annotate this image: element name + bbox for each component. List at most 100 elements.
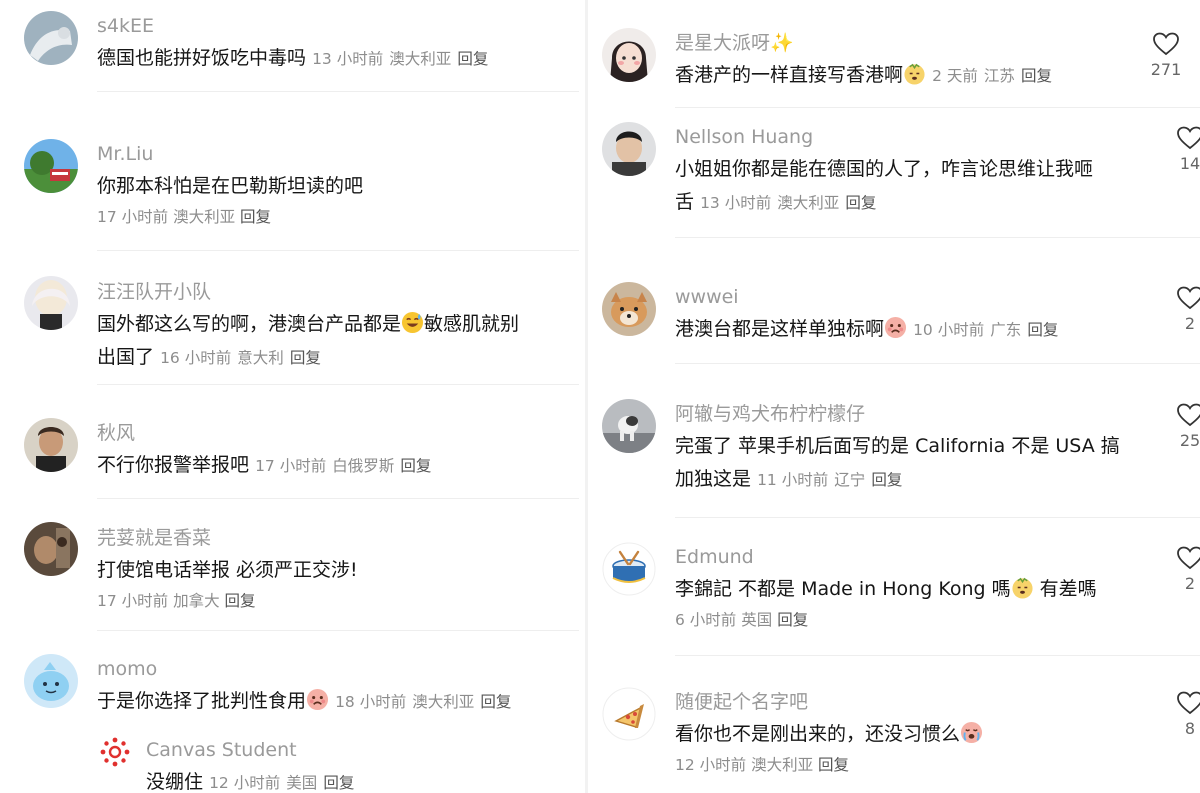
comment-divider bbox=[675, 107, 1200, 108]
comment-content: 不行你报警举报吧 bbox=[97, 454, 250, 476]
comment-divider bbox=[97, 384, 579, 385]
like-button[interactable]: 2 bbox=[1165, 286, 1200, 334]
comment-divider bbox=[97, 250, 579, 251]
comment-meta: 17 小时前 澳大利亚 回复 bbox=[97, 205, 577, 227]
comment-text-part: 国外都这么写的啊，港澳台产品都是 bbox=[97, 313, 402, 335]
avatar[interactable] bbox=[602, 28, 656, 82]
sad-emoji bbox=[306, 688, 329, 711]
comment-divider bbox=[675, 655, 1200, 656]
avatar[interactable] bbox=[24, 418, 78, 472]
comment-time: 17 小时前 bbox=[97, 592, 169, 610]
reply-button[interactable]: 回复 bbox=[225, 592, 256, 610]
avatar[interactable] bbox=[602, 282, 656, 336]
like-count: 2 bbox=[1184, 574, 1196, 593]
comment-text-part: 加独这是 bbox=[675, 468, 752, 490]
comment-text: 港澳台都是这样单独标啊 10 小时前 广东 回复 bbox=[675, 313, 1135, 347]
like-count: 14 bbox=[1179, 154, 1200, 173]
comment-time: 12 小时前 bbox=[675, 756, 747, 774]
comment-text-part: 出国了 bbox=[97, 346, 155, 368]
comment-text-part: 舌 bbox=[675, 191, 695, 213]
comment-text: 于是你选择了批判性食用 18 小时前 澳大利亚 回复 bbox=[97, 685, 577, 719]
avatar[interactable] bbox=[24, 522, 78, 576]
reply-button[interactable]: 回复 bbox=[1021, 67, 1052, 85]
comment-location: 澳大利亚 bbox=[777, 194, 840, 212]
comment-time: 13 小时前 bbox=[700, 194, 772, 212]
reply-button[interactable]: 回复 bbox=[818, 756, 849, 774]
like-button[interactable]: 2 bbox=[1165, 546, 1200, 594]
comment-username[interactable]: Canvas Student bbox=[146, 738, 576, 762]
comment-time: 18 小时前 bbox=[335, 693, 407, 711]
reply-button[interactable]: 回复 bbox=[480, 693, 511, 711]
comment-time: 2 天前 bbox=[932, 67, 978, 85]
comment-text: 香港产的一样直接写香港啊 2 天前 江苏 回复 bbox=[675, 59, 1135, 93]
avatar[interactable] bbox=[24, 654, 78, 708]
comment-divider bbox=[675, 363, 1200, 364]
comment-content-line1: 完蛋了 苹果手机后面写的是 California 不是 USA 搞 bbox=[675, 435, 1120, 457]
comment-username[interactable]: Nellson Huang bbox=[675, 125, 1145, 149]
comment-meta: 12 小时前 澳大利亚 回复 bbox=[675, 753, 1145, 775]
comment-username[interactable]: 秋风 bbox=[97, 421, 577, 445]
like-count: 271 bbox=[1150, 60, 1182, 79]
heart-icon bbox=[1153, 32, 1179, 56]
comment-content-line2: 出国了 16 小时前 意大利 回复 bbox=[97, 341, 577, 375]
comment-time: 11 小时前 bbox=[757, 471, 829, 489]
reply-button[interactable]: 回复 bbox=[240, 208, 271, 226]
avatar[interactable] bbox=[24, 11, 78, 65]
comment-text-part: 敏感肌就别 bbox=[424, 313, 520, 335]
smirk-emoji bbox=[1011, 576, 1034, 599]
comment-username[interactable]: 芫荽就是香菜 bbox=[97, 526, 577, 550]
avatar[interactable] bbox=[24, 276, 78, 330]
avatar[interactable] bbox=[24, 139, 78, 193]
reply-button[interactable]: 回复 bbox=[323, 774, 354, 792]
comment-content-line1: 小姐姐你都是能在德国的人了，咋言论思维让我咂 bbox=[675, 158, 1094, 180]
comment-divider bbox=[97, 91, 579, 92]
comment-username[interactable]: 汪汪队开小队 bbox=[97, 280, 577, 304]
sad-emoji bbox=[884, 316, 907, 339]
reply-button[interactable]: 回复 bbox=[871, 471, 902, 489]
comment-divider bbox=[97, 498, 579, 499]
comment-time: 17 小时前 bbox=[97, 208, 169, 226]
comment-text-part: 有差嗎 bbox=[1039, 578, 1097, 600]
heart-icon bbox=[1177, 403, 1200, 427]
drum-avatar[interactable] bbox=[602, 542, 656, 596]
comment-text: 看你也不是刚出来的，还没习惯么 bbox=[675, 718, 1145, 751]
like-button[interactable]: 14 bbox=[1165, 126, 1200, 174]
comment-text: 不行你报警举报吧 17 小时前 白俄罗斯 回复 bbox=[97, 449, 577, 483]
comment-username[interactable]: momo bbox=[97, 657, 577, 681]
comment-location: 澳大利亚 bbox=[412, 693, 475, 711]
comment-content: 看你也不是刚出来的，还没习惯么 bbox=[675, 723, 961, 745]
avatar[interactable] bbox=[602, 122, 656, 176]
comment-divider bbox=[97, 630, 579, 631]
comment-content-line2: 舌 13 小时前 澳大利亚 回复 bbox=[675, 186, 1145, 220]
pizza-avatar[interactable] bbox=[602, 687, 656, 741]
comment-content: 德国也能拼好饭吃中毒吗 bbox=[97, 47, 307, 69]
like-button[interactable]: 25 bbox=[1165, 403, 1200, 451]
reply-button[interactable]: 回复 bbox=[290, 349, 321, 367]
comment-username[interactable]: 随便起个名字吧 bbox=[675, 690, 1145, 714]
avatar[interactable] bbox=[602, 399, 656, 453]
comment-time: 13 小时前 bbox=[312, 50, 384, 68]
comment-location: 加拿大 bbox=[173, 592, 220, 610]
comment-divider bbox=[675, 517, 1200, 518]
comment-username[interactable]: wwwei bbox=[675, 285, 1135, 309]
reply-button[interactable]: 回复 bbox=[845, 194, 876, 212]
like-button[interactable]: 8 bbox=[1165, 691, 1200, 739]
comment-username[interactable]: Mr.Liu bbox=[97, 142, 577, 166]
comment-content: 于是你选择了批判性食用 bbox=[97, 690, 307, 712]
comment-content: 港澳台都是这样单独标啊 bbox=[675, 318, 885, 340]
like-count: 25 bbox=[1179, 431, 1200, 450]
reply-button[interactable]: 回复 bbox=[457, 50, 488, 68]
reply-button[interactable]: 回复 bbox=[1027, 321, 1058, 339]
comment-username[interactable]: s4kEE bbox=[97, 14, 577, 38]
comment-username[interactable]: Edmund bbox=[675, 545, 1145, 569]
canvas-logo-avatar[interactable] bbox=[99, 736, 131, 768]
comment-location: 澳大利亚 bbox=[389, 50, 452, 68]
like-button[interactable]: 271 bbox=[1141, 32, 1191, 80]
reply-button[interactable]: 回复 bbox=[777, 611, 808, 629]
comment-username[interactable]: 是星大派呀✨ bbox=[675, 31, 1135, 55]
reply-button[interactable]: 回复 bbox=[400, 457, 431, 475]
comment-username[interactable]: 阿辙与鸡犬布柠柠檬仔 bbox=[675, 402, 1150, 426]
comment-location: 辽宁 bbox=[834, 471, 866, 489]
comment-time: 16 小时前 bbox=[160, 349, 232, 367]
like-count: 8 bbox=[1184, 719, 1196, 738]
